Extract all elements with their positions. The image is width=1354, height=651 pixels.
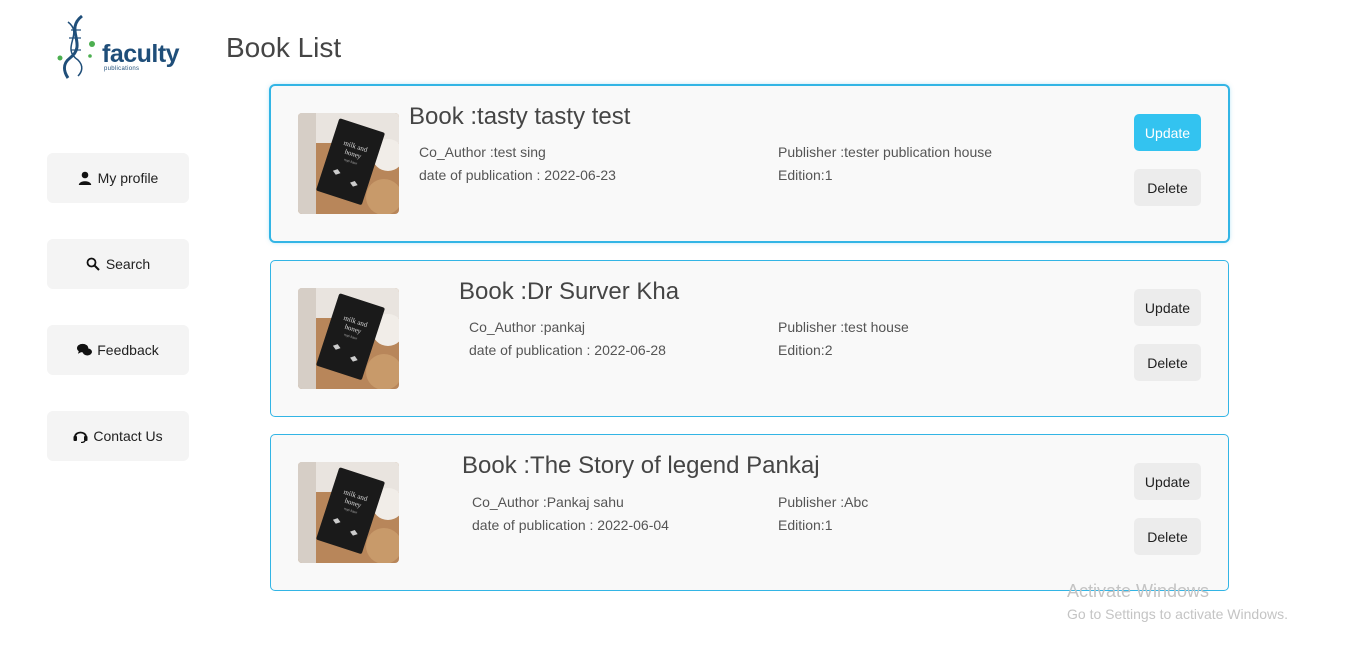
search-icon bbox=[86, 257, 101, 272]
edition: Edition:2 bbox=[778, 342, 833, 358]
publisher: Publisher :test house bbox=[778, 319, 909, 335]
dna-logo-icon bbox=[57, 14, 95, 79]
book-title: Book :Dr Surver Kha bbox=[459, 278, 680, 305]
logo-wordmark: faculty bbox=[102, 40, 180, 68]
edition: Edition:1 bbox=[778, 167, 833, 183]
publication-date: date of publication : 2022-06-23 bbox=[419, 167, 616, 183]
book-card: Book :The Story of legend Pankaj Co_Auth… bbox=[270, 434, 1229, 591]
book-cover-image bbox=[298, 462, 399, 563]
sidebar-item-label: Feedback bbox=[97, 342, 159, 358]
book-cover-image bbox=[298, 113, 399, 214]
book-card: Book :Dr Surver Kha Co_Author :pankaj da… bbox=[270, 260, 1229, 417]
page-title: Book List bbox=[226, 32, 342, 63]
update-button[interactable]: Update bbox=[1134, 289, 1201, 326]
book-title: Book :tasty tasty test bbox=[409, 103, 631, 130]
co-author: Co_Author :pankaj bbox=[469, 319, 585, 335]
co-author: Co_Author :Pankaj sahu bbox=[472, 494, 624, 510]
edition: Edition:1 bbox=[778, 517, 833, 533]
sidebar-item-feedback[interactable]: Feedback bbox=[47, 325, 189, 375]
book-cover-image bbox=[298, 288, 399, 389]
headset-icon bbox=[73, 429, 88, 444]
delete-button[interactable]: Delete bbox=[1134, 518, 1201, 555]
co-author: Co_Author :test sing bbox=[419, 144, 546, 160]
update-button[interactable]: Update bbox=[1134, 114, 1201, 151]
publication-date: date of publication : 2022-06-28 bbox=[469, 342, 666, 358]
delete-button[interactable]: Delete bbox=[1134, 169, 1201, 206]
user-icon bbox=[78, 171, 93, 186]
sidebar-item-label: My profile bbox=[97, 170, 159, 186]
sidebar-item-label: Search bbox=[105, 256, 151, 272]
activate-windows-watermark: Activate Windows bbox=[1067, 581, 1210, 601]
sidebar-item-my-profile[interactable]: My profile bbox=[47, 153, 189, 203]
update-button[interactable]: Update bbox=[1134, 463, 1201, 500]
sidebar-item-label: Contact Us bbox=[93, 428, 163, 444]
faculty-logo: faculty publications bbox=[54, 14, 180, 80]
publication-date: date of publication : 2022-06-04 bbox=[472, 517, 669, 533]
logo-subtitle: publications bbox=[104, 66, 140, 72]
book-title: Book :The Story of legend Pankaj bbox=[462, 452, 820, 479]
sidebar: My profile Search Feedback Contact Us bbox=[47, 153, 189, 497]
chat-icon bbox=[77, 343, 93, 358]
activate-windows-hint: Go to Settings to activate Windows. bbox=[1067, 606, 1288, 622]
book-card: Book :tasty tasty test Co_Author :test s… bbox=[270, 85, 1229, 242]
publisher: Publisher :Abc bbox=[778, 494, 869, 510]
sidebar-item-contact-us[interactable]: Contact Us bbox=[47, 411, 189, 461]
delete-button[interactable]: Delete bbox=[1134, 344, 1201, 381]
publisher: Publisher :tester publication house bbox=[778, 144, 993, 160]
sidebar-item-search[interactable]: Search bbox=[47, 239, 189, 289]
